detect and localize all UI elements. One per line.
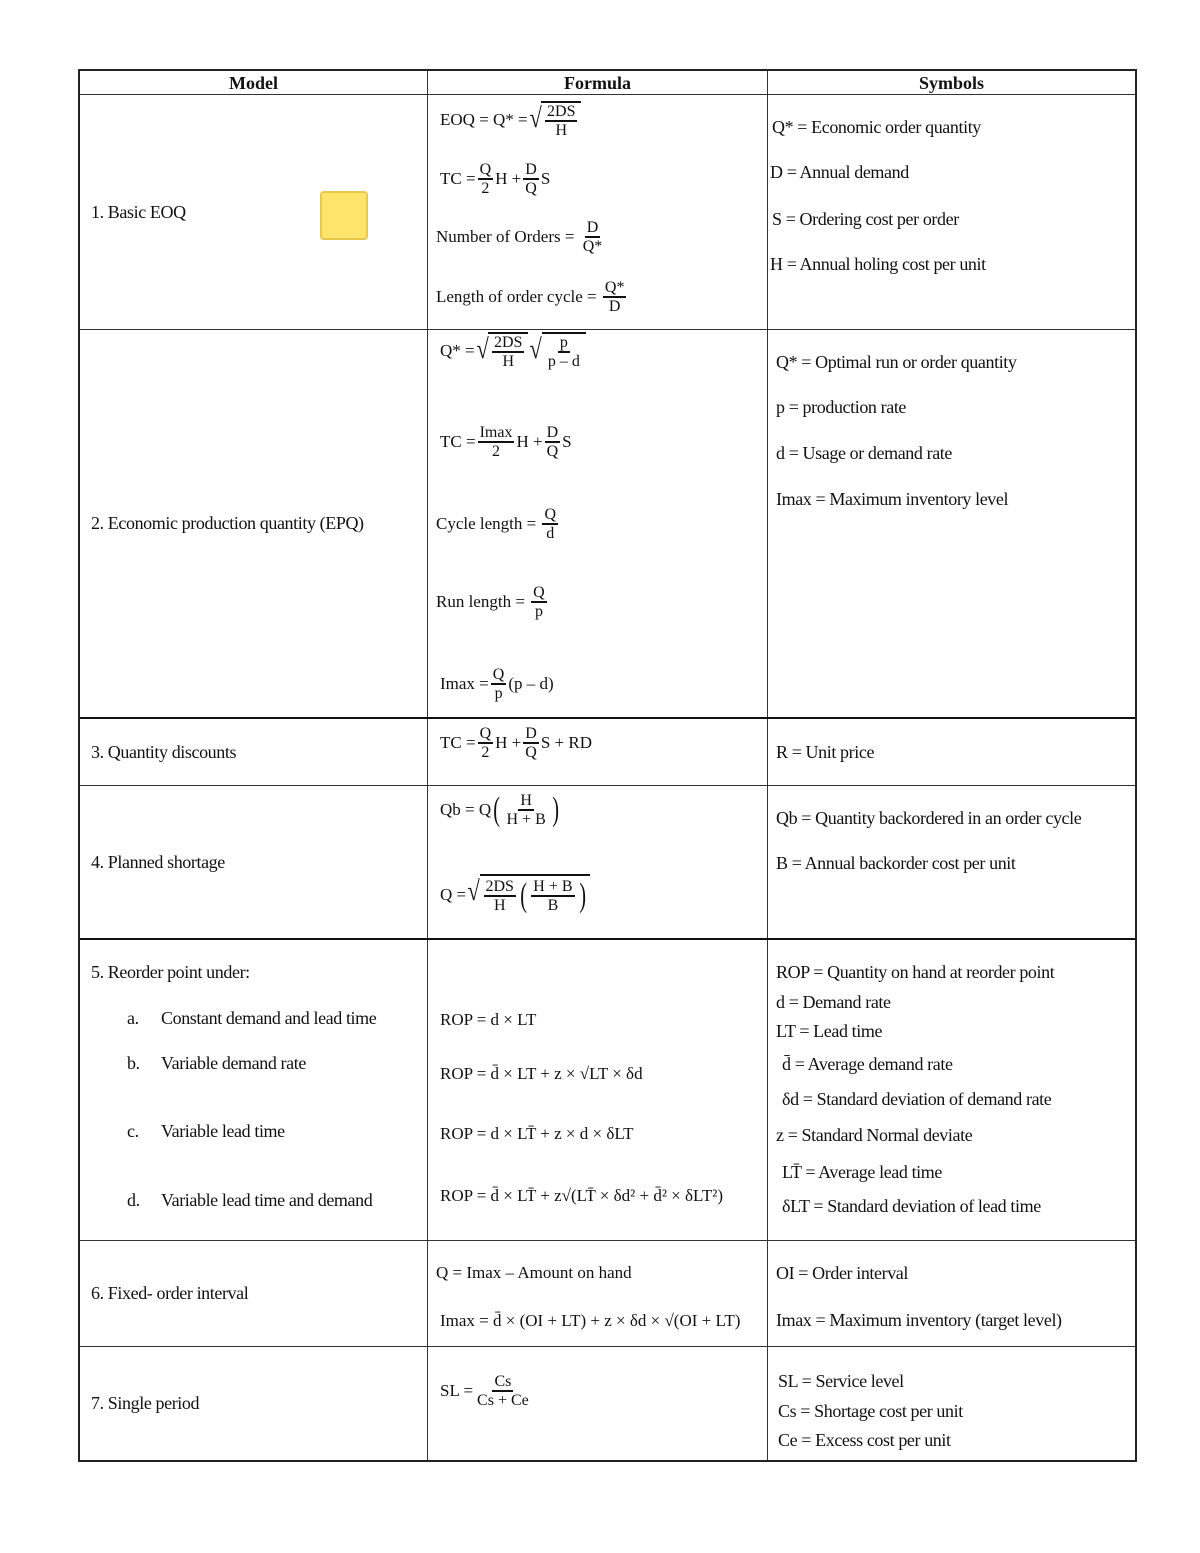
- model-cell: 7. Single period: [80, 1347, 428, 1460]
- symbol-line: δd = Standard deviation of demand rate: [782, 1089, 1052, 1109]
- sqrt: √ 2DS H: [528, 101, 582, 139]
- table-row: 6. Fixed- order interval Q = Imax – Amou…: [80, 1240, 1135, 1346]
- symbol-line: Ce = Excess cost per unit: [778, 1430, 951, 1450]
- symbol-line: B = Annual backorder cost per unit: [776, 853, 1016, 873]
- formula-number-of-orders: Number of Orders = D Q*: [436, 219, 603, 255]
- formula-q: Q = √ 2DS H ( H + BB ): [440, 874, 590, 916]
- model-name: 6. Fixed- order interval: [91, 1283, 249, 1303]
- formula-rop-d: ROP = d̄ × LT̄ + z√(LT̄ × δd² + d̄² × δL…: [440, 1186, 723, 1205]
- symbol-line: d = Demand rate: [776, 992, 891, 1012]
- formula-cell: Q = Imax – Amount on hand Imax = d̄ × (O…: [428, 1241, 768, 1346]
- formula-q-star: Q* = √ 2DS H √ p p – d: [440, 332, 586, 370]
- formula-tc: TC = Q2 H + DQ S: [440, 161, 551, 197]
- formula-length-of-order-cycle: Length of order cycle = Q* D: [436, 279, 627, 315]
- symbol-line: Cs = Shortage cost per unit: [778, 1401, 963, 1421]
- model-name: 7. Single period: [91, 1393, 200, 1413]
- formula-rop-a: ROP = d × LT: [440, 1010, 537, 1029]
- table-row: 2. Economic production quantity (EPQ) Q*…: [80, 329, 1135, 717]
- symbol-line: Q* = Economic order quantity: [772, 117, 981, 137]
- formula-cell: Qb = Q ( HH + B ) Q = √ 2DS H ( H + BB ): [428, 786, 768, 938]
- symbol-line: SL = Service level: [778, 1371, 904, 1391]
- model-name: 3. Quantity discounts: [91, 741, 237, 762]
- formula-run-length: Run length = Qp: [436, 584, 547, 620]
- sub-item-label: Variable lead time: [161, 1121, 285, 1141]
- inventory-models-table: Model Formula Symbols 1. Basic EOQ EOQ =…: [78, 69, 1137, 1462]
- formula-q: Q = Imax – Amount on hand: [436, 1263, 632, 1282]
- symbols-cell: SL = Service level Cs = Shortage cost pe…: [768, 1347, 1135, 1460]
- symbol-line: S = Ordering cost per order: [772, 209, 959, 229]
- symbol-line: LT = Lead time: [776, 1021, 883, 1041]
- symbol-line: Qb = Quantity backordered in an order cy…: [776, 808, 1082, 828]
- symbol-line: OI = Order interval: [776, 1263, 908, 1283]
- table-row: 3. Quantity discounts TC = Q2 H + DQ S +…: [80, 717, 1135, 785]
- sub-item-marker: a.: [127, 1008, 139, 1028]
- symbol-line: z = Standard Normal deviate: [776, 1125, 973, 1145]
- formula-cell: SL = Cs Cs + Ce: [428, 1347, 768, 1460]
- table-row: 5. Reorder point under: a. Constant dema…: [80, 938, 1135, 1240]
- model-name: 4. Planned shortage: [91, 851, 225, 872]
- symbols-cell: OI = Order interval Imax = Maximum inven…: [768, 1241, 1135, 1346]
- model-name: 1. Basic EOQ: [91, 201, 186, 222]
- model-cell: 6. Fixed- order interval: [80, 1241, 428, 1346]
- formula-cell: ROP = d × LT ROP = d̄ × LT + z × √LT × δ…: [428, 940, 768, 1240]
- formula-tc: TC = Q2 H + DQ S + RD: [440, 725, 592, 761]
- header-symbols: Symbols: [768, 71, 1135, 95]
- symbol-line: p = production rate: [776, 397, 907, 417]
- symbol-line: Imax = Maximum inventory (target level): [776, 1310, 1062, 1330]
- formula-cell: TC = Q2 H + DQ S + RD: [428, 719, 768, 785]
- symbol-line: H = Annual holing cost per unit: [770, 254, 986, 274]
- symbols-cell: Q* = Economic order quantity D = Annual …: [768, 95, 1135, 329]
- formula-imax: Imax = d̄ × (OI + LT) + z × δd × √(OI + …: [440, 1311, 741, 1330]
- symbols-cell: ROP = Quantity on hand at reorder point …: [768, 940, 1135, 1240]
- symbols-cell: Q* = Optimal run or order quantity p = p…: [768, 330, 1135, 717]
- sub-item-label: Constant demand and lead time: [161, 1008, 377, 1028]
- sub-item-label: Variable demand rate: [161, 1053, 306, 1073]
- symbols-cell: Qb = Quantity backordered in an order cy…: [768, 786, 1135, 938]
- table-header: Model Formula Symbols: [80, 71, 1135, 95]
- symbol-line: Imax = Maximum inventory level: [776, 489, 1009, 509]
- formula-imax: Imax = Qp (p – d): [440, 666, 554, 702]
- formula-rop-b: ROP = d̄ × LT + z × √LT × δd: [440, 1064, 643, 1083]
- formula-qb: Qb = Q ( HH + B ): [440, 791, 559, 828]
- header-formula: Formula: [428, 71, 768, 95]
- table-row: 4. Planned shortage Qb = Q ( HH + B ) Q …: [80, 785, 1135, 938]
- sticky-note-icon[interactable]: [320, 191, 368, 240]
- symbol-line: d̄ = Average demand rate: [782, 1054, 953, 1074]
- table-row: 1. Basic EOQ EOQ = Q* = √ 2DS H TC = Q2 H …: [80, 95, 1135, 329]
- symbol-line: R = Unit price: [776, 741, 875, 762]
- formula-cell: EOQ = Q* = √ 2DS H TC = Q2 H + DQ S Number…: [428, 95, 768, 329]
- sub-item-marker: c.: [127, 1121, 139, 1141]
- model-cell: 2. Economic production quantity (EPQ): [80, 330, 428, 717]
- header-model: Model: [80, 71, 428, 95]
- model-cell: 4. Planned shortage: [80, 786, 428, 938]
- formula-cell: Q* = √ 2DS H √ p p – d TC = Imax 2 H + DQ S C…: [428, 330, 768, 717]
- model-cell: 1. Basic EOQ: [80, 95, 428, 329]
- formula-rop-c: ROP = d × LT̄ + z × d × δLT: [440, 1124, 634, 1143]
- sub-item-marker: d.: [127, 1190, 140, 1210]
- sub-item-marker: b.: [127, 1053, 140, 1073]
- formula-tc: TC = Imax 2 H + DQ S: [440, 424, 572, 460]
- table-row: 7. Single period SL = Cs Cs + Ce SL = Ser…: [80, 1346, 1135, 1460]
- model-name: 2. Economic production quantity (EPQ): [91, 513, 364, 533]
- symbol-line: LT̄ = Average lead time: [782, 1162, 942, 1182]
- symbol-line: D = Annual demand: [770, 162, 909, 182]
- model-name: 5. Reorder point under:: [91, 962, 250, 982]
- model-cell: 5. Reorder point under: a. Constant dema…: [80, 940, 428, 1240]
- formula-sl: SL = Cs Cs + Ce: [440, 1373, 529, 1409]
- formula-eoq: EOQ = Q* = √ 2DS H: [440, 101, 582, 139]
- symbol-line: d = Usage or demand rate: [776, 443, 952, 463]
- symbol-line: Q* = Optimal run or order quantity: [776, 352, 1017, 372]
- symbol-line: δLT = Standard deviation of lead time: [782, 1196, 1041, 1216]
- symbol-line: ROP = Quantity on hand at reorder point: [776, 962, 1055, 982]
- symbols-cell: R = Unit price: [768, 719, 1135, 785]
- sub-item-label: Variable lead time and demand: [161, 1190, 373, 1210]
- model-cell: 3. Quantity discounts: [80, 719, 428, 785]
- formula-cycle-length: Cycle length = Qd: [436, 506, 559, 542]
